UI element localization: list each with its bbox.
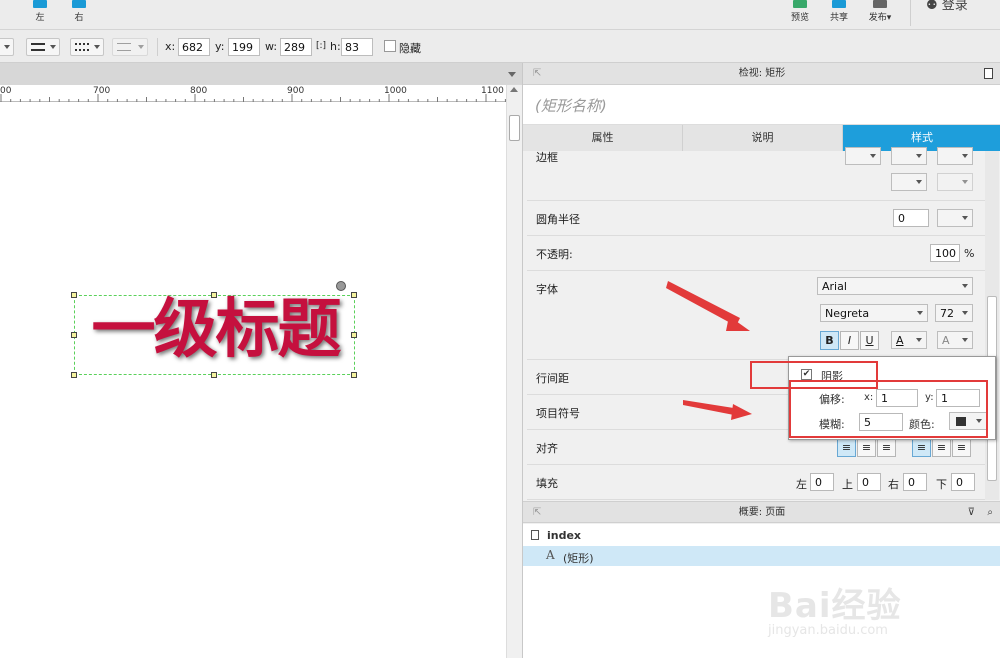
- annotation-arrows: [666, 281, 752, 420]
- watermark-logo: Bai经验 jingyan.baidu.com: [768, 586, 902, 638]
